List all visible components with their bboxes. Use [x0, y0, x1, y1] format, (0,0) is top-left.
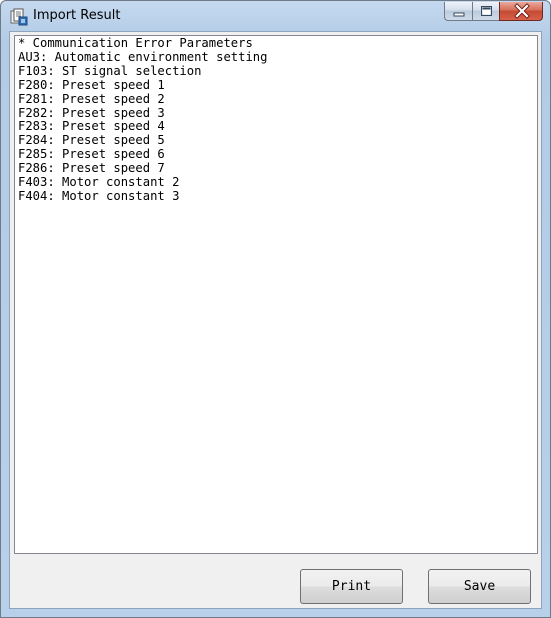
result-line: F286: Preset speed 7 — [18, 161, 165, 176]
result-line: F103: ST signal selection — [18, 63, 202, 78]
minimize-icon — [453, 12, 465, 17]
print-button[interactable]: Print — [300, 569, 403, 604]
minimize-button[interactable] — [444, 2, 472, 21]
title-bar[interactable]: Import Result — [1, 1, 550, 31]
maximize-icon — [481, 6, 492, 16]
close-button[interactable] — [499, 2, 543, 21]
result-line: F403: Motor constant 2 — [18, 175, 180, 190]
close-icon — [514, 3, 530, 19]
result-line: F281: Preset speed 2 — [18, 91, 165, 106]
result-line: F285: Preset speed 6 — [18, 147, 165, 162]
import-result-window: Import Result * Communication Error Para… — [0, 0, 551, 618]
window-title: Import Result — [33, 8, 121, 23]
maximize-button[interactable] — [472, 2, 499, 21]
dialog-client-area: * Communication Error Parameters AU3: Aut… — [9, 31, 542, 609]
import-result-textbox[interactable]: * Communication Error Parameters AU3: Aut… — [14, 35, 538, 554]
result-line: F280: Preset speed 1 — [18, 77, 165, 92]
result-line: * Communication Error Parameters — [18, 36, 253, 50]
save-button[interactable]: Save — [428, 569, 531, 604]
result-line: F282: Preset speed 3 — [18, 105, 165, 120]
result-line: F404: Motor constant 3 — [18, 188, 180, 203]
result-line: AU3: Automatic environment setting — [18, 49, 268, 64]
result-line: F283: Preset speed 4 — [18, 119, 165, 134]
app-document-icon — [10, 8, 28, 26]
result-line: F284: Preset speed 5 — [18, 133, 165, 148]
